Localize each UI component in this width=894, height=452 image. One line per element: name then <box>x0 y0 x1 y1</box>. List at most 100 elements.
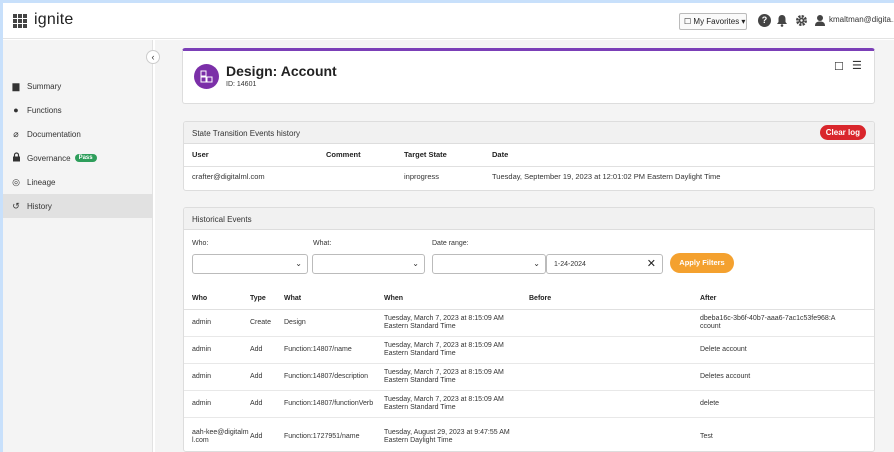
who-filter-label: Who: <box>192 240 209 247</box>
cell-after: Delete account <box>700 336 874 364</box>
cell-when: Tuesday, March 7, 2023 at 8:15:09 AM Eas… <box>384 363 529 391</box>
my-favorites-label: My Favorites ▾ <box>693 17 746 26</box>
column-header: What <box>284 288 384 310</box>
cell-before <box>529 363 700 391</box>
sidebar-item-label: Summary <box>27 81 62 91</box>
column-header: Who <box>184 288 250 310</box>
chevron-down-icon: ⌄ <box>533 259 540 268</box>
cell-when: Tuesday, March 7, 2023 at 8:15:09 AM Eas… <box>384 390 529 418</box>
app-grid-icon[interactable] <box>13 14 27 28</box>
cell-before <box>529 390 700 418</box>
cell-comment <box>326 166 404 187</box>
bookmark-icon: ☐ <box>684 17 692 26</box>
table-row: aah-kee@digitalml.com Add Function:17279… <box>184 417 874 451</box>
date-range-label: Date range: <box>432 240 469 247</box>
user-icon[interactable] <box>814 14 827 27</box>
cell-what: Function:14807/functionVerb <box>284 390 384 418</box>
document-icon: ▆ <box>12 80 20 91</box>
cell-who: admin <box>184 390 250 418</box>
table-row: admin Add Function:14807/name Tuesday, M… <box>184 336 874 364</box>
cell-who: admin <box>184 336 250 364</box>
main-content: Design: Account ID: 14601 ☐ ☰ State Tran… <box>155 40 894 452</box>
sidebar-item-label: Functions <box>27 105 62 115</box>
sidebar-item-functions[interactable]: ● Functions <box>3 98 153 122</box>
design-header-card: Design: Account ID: 14601 ☐ ☰ <box>182 48 875 104</box>
column-header: Before <box>529 288 700 310</box>
table-row: crafter@digitalml.com inprogress Tuesday… <box>184 166 874 187</box>
sidebar-item-documentation[interactable]: ⌀ Documentation <box>3 122 153 146</box>
panel-header: State Transition Events history Clear lo… <box>184 122 874 144</box>
cell-type: Add <box>250 363 284 391</box>
lock-icon <box>11 152 21 164</box>
cell-who: aah-kee@digitalml.com <box>184 417 250 451</box>
cell-type: Add <box>250 336 284 364</box>
cell-type: Add <box>250 417 284 451</box>
design-id: ID: 14601 <box>226 81 257 88</box>
column-header: Target State <box>404 144 492 167</box>
column-header: Type <box>250 288 284 310</box>
sidebar-item-label: Lineage <box>27 177 56 187</box>
what-select[interactable]: ⌄ <box>312 254 425 274</box>
clear-log-button[interactable]: Clear log <box>819 125 866 140</box>
cell-date: Tuesday, September 19, 2023 at 12:01:02 … <box>492 172 721 182</box>
cell-when: Tuesday, March 7, 2023 at 8:15:09 AM Eas… <box>384 336 529 364</box>
cell-before <box>529 309 700 337</box>
cell-what: Function:14807/description <box>284 363 384 391</box>
date-input[interactable]: 1-24-2024 ✕ <box>546 254 663 274</box>
paperclip-icon: ⌀ <box>13 128 19 139</box>
historical-events-panel: Historical Events Who: What: Date range:… <box>183 207 875 452</box>
cell-after: dbeba16c-3b6f-40b7-aaa6-7ac1c53fe968:Acc… <box>700 309 874 337</box>
cell-type: Create <box>250 309 284 337</box>
cell-when: Tuesday, August 29, 2023 at 9:47:55 AM E… <box>384 417 529 451</box>
username[interactable]: kmaltman@digita... <box>829 15 894 24</box>
top-bar: ignite ☐ My Favorites ▾ ? kmaltman@digit… <box>3 3 894 39</box>
cell-what: Function:14807/name <box>284 336 384 364</box>
menu-icon[interactable]: ☰ <box>852 59 862 72</box>
column-header: After <box>700 288 874 310</box>
cell-before <box>529 336 700 364</box>
state-transition-panel: State Transition Events history Clear lo… <box>183 121 875 191</box>
cell-what: Function:1727951/name <box>284 417 384 451</box>
bell-icon[interactable] <box>776 14 789 27</box>
chevron-down-icon: ⌄ <box>295 259 302 268</box>
cell-after: Deletes account <box>700 363 874 391</box>
chevron-left-icon: ‹ <box>151 52 155 62</box>
circle-icon: ● <box>13 105 19 115</box>
sidebar: ‹ ▆ Summary ● Functions ⌀ Documentation … <box>3 40 160 452</box>
page-title: Design: Account <box>226 63 337 79</box>
state-transition-table: User Comment Target State Date crafter@d… <box>184 144 874 187</box>
column-header: Date <box>492 144 874 167</box>
design-icon <box>194 64 219 89</box>
cell-when: Tuesday, March 7, 2023 at 8:15:09 AM Eas… <box>384 309 529 337</box>
sidebar-item-governance[interactable]: Governance Pass <box>3 146 153 170</box>
bookmark-icon[interactable]: ☐ <box>834 60 844 73</box>
column-header: User <box>184 144 326 167</box>
date-input-value: 1-24-2024 <box>554 261 586 268</box>
cell-who: admin <box>184 309 250 337</box>
collapse-sidebar-button[interactable]: ‹ <box>146 50 160 64</box>
lineage-icon: ◎ <box>12 176 20 187</box>
chevron-down-icon: ⌄ <box>412 259 419 268</box>
help-icon[interactable]: ? <box>758 14 771 27</box>
sidebar-item-history[interactable]: ↺ History <box>3 194 153 218</box>
column-header: When <box>384 288 529 310</box>
apply-filters-button[interactable]: Apply Filters <box>670 253 734 273</box>
gear-icon[interactable] <box>795 14 808 27</box>
table-row: admin Add Function:14807/description Tue… <box>184 363 874 391</box>
history-icon: ↺ <box>12 200 20 211</box>
panel-title: Historical Events <box>192 215 252 224</box>
cell-user: crafter@digitalml.com <box>192 172 265 182</box>
brand-logo[interactable]: ignite <box>34 11 73 29</box>
cell-who: admin <box>184 363 250 391</box>
my-favorites-button[interactable]: ☐ My Favorites ▾ <box>679 13 747 30</box>
sidebar-item-label: Governance <box>27 153 71 163</box>
date-range-select[interactable]: ⌄ <box>432 254 546 274</box>
who-select[interactable]: ⌄ <box>192 254 308 274</box>
what-filter-label: What: <box>313 240 332 247</box>
sidebar-item-lineage[interactable]: ◎ Lineage <box>3 170 153 194</box>
cell-target-state: inprogress <box>404 172 440 182</box>
cell-type: Add <box>250 390 284 418</box>
sidebar-item-summary[interactable]: ▆ Summary <box>3 74 153 98</box>
sidebar-item-label: Documentation <box>27 129 81 139</box>
close-icon[interactable]: ✕ <box>647 257 656 270</box>
